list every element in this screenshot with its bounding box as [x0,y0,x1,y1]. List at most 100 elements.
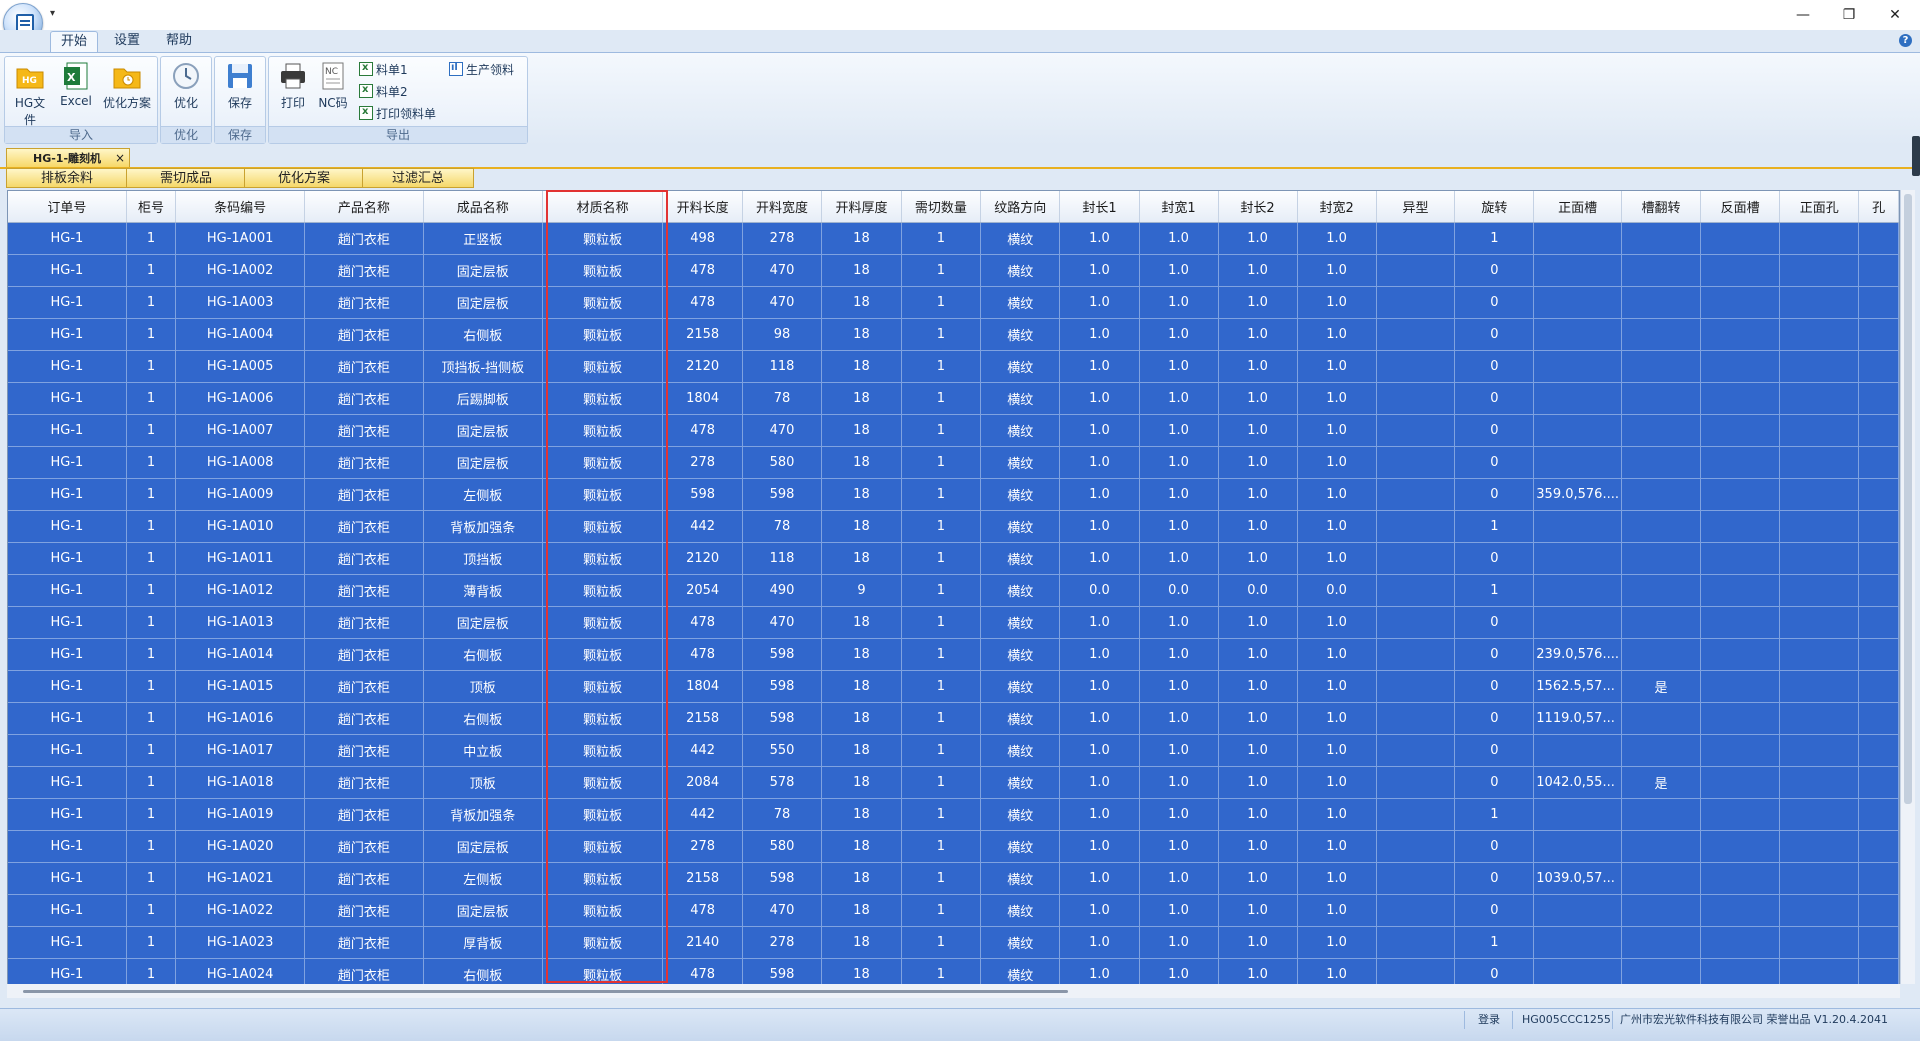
table-cell[interactable] [1779,318,1860,351]
vertical-scrollbar[interactable] [1900,190,1915,984]
table-cell[interactable]: 278 [662,446,743,479]
table-cell[interactable] [1700,414,1781,447]
table-cell[interactable]: 18 [821,606,902,639]
table-cell[interactable]: 趟门衣柜 [304,318,424,351]
table-cell[interactable]: 1.0 [1297,798,1377,831]
table-cell[interactable] [1858,830,1899,863]
table-cell[interactable]: HG-1A024 [175,958,305,985]
table-cell[interactable] [1621,894,1702,927]
table-cell[interactable]: 1.0 [1218,222,1298,255]
table-cell[interactable]: 0 [1454,254,1535,287]
optimize-button[interactable]: 优化 [165,61,207,111]
table-cell[interactable] [1858,414,1899,447]
table-cell[interactable]: HG-1A022 [175,894,305,927]
table-cell[interactable]: 颗粒板 [542,414,664,447]
table-cell[interactable]: HG-1A004 [175,318,305,351]
table-cell[interactable] [1621,542,1702,575]
table-cell[interactable]: HG-1 [8,414,127,447]
close-tab-icon[interactable]: × [115,149,125,168]
table-cell[interactable]: 0 [1454,446,1535,479]
table-cell[interactable]: 1 [901,318,982,351]
table-cell[interactable] [1858,574,1899,607]
table-cell[interactable]: 0 [1454,766,1535,799]
column-header[interactable]: 封宽2 [1297,191,1377,223]
table-row[interactable]: HG-1 1 HG-1A001 趟门衣柜 正竖板 颗粒板 498 278 18 1 横纹 1.0 1.0… [8,222,1899,255]
table-cell[interactable]: 1.0 [1139,350,1219,383]
column-header[interactable]: 正面孔 [1779,191,1860,223]
table-cell[interactable]: 1.0 [1139,702,1219,735]
table-cell[interactable]: 趟门衣柜 [304,542,424,575]
table-cell[interactable]: 颗粒板 [542,734,664,767]
table-cell[interactable]: 18 [821,702,902,735]
table-cell[interactable] [1621,958,1702,985]
table-cell[interactable]: 470 [742,894,823,927]
table-cell[interactable] [1779,382,1860,415]
table-row[interactable]: HG-1 1 HG-1A013 趟门衣柜 固定层板 颗粒板 478 470 18 1 横纹 1.0 1.… [8,606,1899,639]
side-panel-handle[interactable] [1912,136,1920,176]
table-cell[interactable] [1700,382,1781,415]
table-cell[interactable]: 1.0 [1218,798,1298,831]
subtab-opt-plan[interactable]: 优化方案 [244,168,364,188]
table-cell[interactable]: 颗粒板 [542,606,664,639]
table-cell[interactable]: 470 [742,286,823,319]
table-cell[interactable] [1533,382,1622,415]
table-cell[interactable]: 颗粒板 [542,830,664,863]
table-cell[interactable]: 趟门衣柜 [304,350,424,383]
table-cell[interactable]: 趟门衣柜 [304,766,424,799]
table-cell[interactable]: 18 [821,638,902,671]
table-cell[interactable]: 1 [1454,574,1535,607]
table-cell[interactable]: 18 [821,798,902,831]
table-cell[interactable]: 1 [901,446,982,479]
table-cell[interactable]: 背板加强条 [423,510,543,543]
table-cell[interactable]: 0 [1454,542,1535,575]
table-cell[interactable] [1700,702,1781,735]
table-cell[interactable]: 1.0 [1059,286,1140,319]
table-cell[interactable] [1779,286,1860,319]
table-cell[interactable]: 1 [126,766,177,799]
subtab-filter-summary[interactable]: 过滤汇总 [362,168,474,188]
table-cell[interactable]: 18 [821,958,902,985]
table-cell[interactable]: 0 [1454,638,1535,671]
table-cell[interactable]: 横纹 [980,286,1061,319]
table-cell[interactable]: 横纹 [980,574,1061,607]
table-cell[interactable]: HG-1 [8,542,127,575]
table-cell[interactable]: 1.0 [1218,542,1298,575]
table-cell[interactable]: 1 [126,926,177,959]
table-cell[interactable]: 1 [901,542,982,575]
table-cell[interactable]: 1 [901,638,982,671]
table-row[interactable]: HG-1 1 HG-1A003 趟门衣柜 固定层板 颗粒板 478 470 18 1 横纹 1.0 1.… [8,286,1899,319]
table-cell[interactable]: 1039.0,57... [1533,862,1622,895]
table-cell[interactable] [1533,830,1622,863]
table-cell[interactable]: 0 [1454,478,1535,511]
table-cell[interactable]: 1.0 [1218,766,1298,799]
table-cell[interactable]: 横纹 [980,350,1061,383]
table-cell[interactable]: 1.0 [1059,958,1140,985]
table-cell[interactable]: 颗粒板 [542,670,664,703]
table-cell[interactable]: 1.0 [1139,510,1219,543]
table-cell[interactable]: 118 [742,350,823,383]
table-cell[interactable]: 1 [126,702,177,735]
table-cell[interactable] [1621,734,1702,767]
table-cell[interactable]: 颗粒板 [542,862,664,895]
table-cell[interactable]: 趟门衣柜 [304,798,424,831]
table-cell[interactable] [1621,382,1702,415]
table-cell[interactable]: HG-1A020 [175,830,305,863]
table-cell[interactable] [1779,574,1860,607]
table-cell[interactable] [1700,734,1781,767]
table-cell[interactable]: 是 [1621,670,1702,703]
table-cell[interactable]: 9 [821,574,902,607]
table-cell[interactable]: 横纹 [980,414,1061,447]
table-cell[interactable]: 18 [821,734,902,767]
print-button[interactable]: 打印 [273,61,313,111]
column-header[interactable]: 订单号 [8,191,127,223]
column-header[interactable]: 产品名称 [304,191,424,223]
table-cell[interactable]: 横纹 [980,734,1061,767]
table-cell[interactable]: HG-1 [8,926,127,959]
table-cell[interactable]: 1.0 [1297,894,1377,927]
table-cell[interactable]: 1 [126,894,177,927]
table-cell[interactable]: 1.0 [1218,446,1298,479]
table-row[interactable]: HG-1 1 HG-1A007 趟门衣柜 固定层板 颗粒板 478 470 18 1 横纹 1.0 1.… [8,414,1899,447]
table-cell[interactable]: 1 [1454,798,1535,831]
table-cell[interactable]: 498 [662,222,743,255]
column-header[interactable]: 槽翻转 [1621,191,1702,223]
